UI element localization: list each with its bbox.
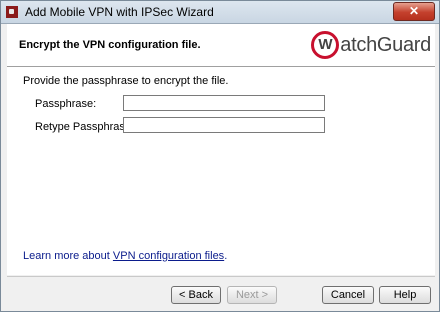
learn-more-line: Learn more about VPN configuration files… bbox=[23, 250, 227, 262]
window-title: Add Mobile VPN with IPSec Wizard bbox=[25, 5, 214, 19]
retype-passphrase-label: Retype Passphrase: bbox=[35, 121, 135, 133]
page-title: Encrypt the VPN configuration file. bbox=[19, 39, 201, 51]
next-button[interactable]: Next > bbox=[227, 286, 277, 304]
logo-text: atchGuard bbox=[340, 33, 431, 56]
vpn-config-files-link[interactable]: VPN configuration files bbox=[113, 250, 224, 262]
footer-divider bbox=[7, 276, 435, 277]
logo-mark-icon: W bbox=[311, 31, 340, 59]
learn-more-suffix: . bbox=[224, 250, 228, 262]
watchguard-logo: WatchGuard bbox=[311, 30, 431, 60]
cancel-button[interactable]: Cancel bbox=[322, 286, 374, 304]
back-button[interactable]: < Back bbox=[171, 286, 221, 304]
close-button[interactable]: ✕ bbox=[393, 2, 435, 21]
title-bar: Add Mobile VPN with IPSec Wizard ✕ bbox=[1, 1, 439, 24]
wizard-header: Encrypt the VPN configuration file. Watc… bbox=[7, 24, 435, 67]
passphrase-input[interactable] bbox=[123, 95, 325, 111]
wizard-window: Add Mobile VPN with IPSec Wizard ✕ Encry… bbox=[0, 0, 440, 312]
instruction-text: Provide the passphrase to encrypt the fi… bbox=[23, 75, 229, 87]
help-button[interactable]: Help bbox=[379, 286, 431, 304]
learn-more-prefix: Learn more about bbox=[23, 250, 110, 262]
wizard-body: Provide the passphrase to encrypt the fi… bbox=[7, 67, 435, 275]
app-icon bbox=[6, 6, 18, 18]
passphrase-label: Passphrase: bbox=[35, 98, 97, 110]
retype-passphrase-input[interactable] bbox=[123, 117, 325, 133]
